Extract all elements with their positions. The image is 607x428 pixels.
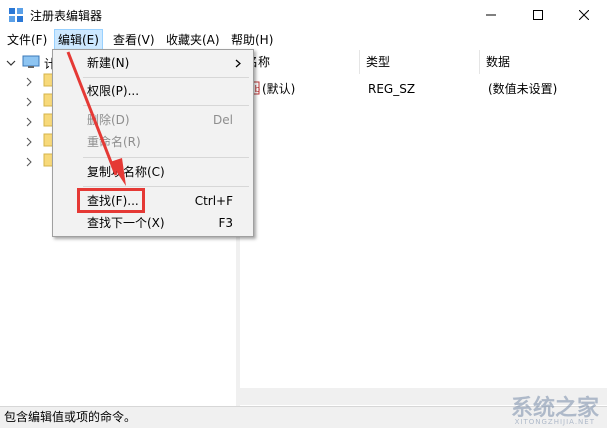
menu-separator: [83, 105, 249, 106]
column-header-type[interactable]: 类型: [360, 50, 480, 74]
menu-item-permissions[interactable]: 权限(P)...: [55, 80, 251, 102]
column-header-name[interactable]: 名称: [240, 50, 360, 74]
menu-favorites[interactable]: 收藏夹(A): [163, 30, 223, 50]
menu-bar: 文件(F) 编辑(E) 查看(V) 收藏夹(A) 帮助(H): [0, 29, 607, 51]
menu-item-new[interactable]: 新建(N): [55, 52, 251, 74]
title-bar: 注册表编辑器: [0, 0, 607, 30]
find-highlight-box: [77, 188, 145, 213]
row-data: (数值未设置): [488, 82, 558, 96]
close-button[interactable]: [561, 0, 607, 30]
menu-view[interactable]: 查看(V): [110, 30, 158, 50]
watermark-url: XITONGZHIJIA.NET: [514, 418, 595, 426]
menu-file[interactable]: 文件(F): [4, 30, 50, 50]
regedit-app-icon: [9, 8, 23, 22]
menu-item-find-next[interactable]: 查找下一个(X) F3: [55, 212, 251, 234]
column-header-data[interactable]: 数据: [480, 50, 607, 74]
maximize-button[interactable]: [515, 0, 561, 30]
minimize-icon: [486, 14, 496, 16]
menu-item-rename: 重命名(R): [87, 135, 141, 149]
menu-separator: [83, 77, 249, 78]
close-icon: [579, 10, 589, 20]
minimize-button[interactable]: [468, 0, 514, 30]
row-name[interactable]: (默认): [262, 80, 295, 98]
menu-separator: [83, 186, 249, 187]
menu-help[interactable]: 帮助(H): [228, 30, 276, 50]
menu-edit[interactable]: 编辑(E): [54, 29, 103, 51]
menu-item-delete: 删除(D) Del: [87, 113, 233, 127]
row-type: REG_SZ: [368, 82, 416, 96]
menu-item-copy-key-name[interactable]: 复制项名称(C): [55, 161, 251, 183]
window-title: 注册表编辑器: [30, 9, 103, 23]
maximize-icon: [533, 10, 543, 20]
menu-separator: [83, 157, 249, 158]
values-list[interactable]: 名称 类型 数据 ab (默认) REG_SZ (数值未设置): [240, 50, 607, 406]
submenu-arrow-icon: [235, 59, 241, 68]
